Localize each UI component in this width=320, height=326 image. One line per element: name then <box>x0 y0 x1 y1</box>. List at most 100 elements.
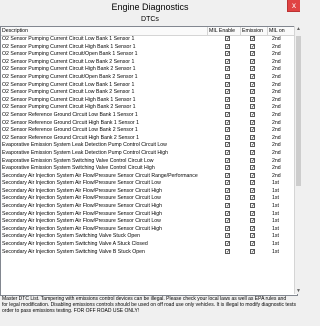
emission-checkbox[interactable] <box>250 36 255 41</box>
emission-checkbox[interactable] <box>250 149 255 155</box>
table-row[interactable]: Secondary Air Injection System Switching… <box>1 233 297 241</box>
mil-enable-checkbox[interactable] <box>225 172 230 178</box>
scrollbar-thumb[interactable] <box>296 36 301 186</box>
mil-enable-checkbox[interactable] <box>225 225 230 231</box>
mil-on-value[interactable]: 2nd <box>272 158 281 166</box>
mil-on-value[interactable]: 2nd <box>272 82 281 90</box>
mil-enable-checkbox[interactable] <box>225 233 230 239</box>
table-row[interactable]: O2 Sensor Pumping Current Circuit High B… <box>1 96 297 105</box>
table-row[interactable]: O2 Sensor Pumping Current Circuit High B… <box>1 43 297 52</box>
mil-enable-checkbox[interactable] <box>225 218 230 224</box>
emission-checkbox[interactable] <box>250 225 255 231</box>
mil-enable-checkbox[interactable] <box>225 180 230 186</box>
table-row[interactable]: Secondary Air Injection System Air Flow/… <box>1 210 297 219</box>
mil-enable-checkbox[interactable] <box>225 66 230 72</box>
mil-on-value[interactable]: 1st <box>272 180 279 188</box>
mil-enable-checkbox[interactable] <box>225 187 230 193</box>
table-row[interactable]: Evaporative Emission System Switching Va… <box>1 165 297 173</box>
mil-enable-checkbox[interactable] <box>225 51 230 57</box>
mil-enable-checkbox[interactable] <box>225 142 230 148</box>
table-row[interactable]: Secondary Air Injection System Switching… <box>1 241 297 249</box>
emission-checkbox[interactable] <box>250 81 255 87</box>
table-row[interactable]: O2 Sensor Pumping Current Circuit Low Ba… <box>1 81 297 90</box>
mil-on-value[interactable]: 1st <box>272 203 279 211</box>
mil-on-value[interactable]: 2nd <box>272 66 281 74</box>
mil-on-value[interactable]: 2nd <box>272 142 281 150</box>
mil-enable-checkbox[interactable] <box>225 210 230 216</box>
table-row[interactable]: Secondary Air Injection System Air Flow/… <box>1 218 297 226</box>
emission-checkbox[interactable] <box>250 66 255 72</box>
mil-on-value[interactable]: 2nd <box>272 135 281 143</box>
mil-on-value[interactable]: 2nd <box>272 59 281 67</box>
table-row[interactable]: O2 Sensor Pumping Current Circuit Low Ba… <box>1 58 297 67</box>
mil-enable-checkbox[interactable] <box>225 58 230 64</box>
emission-checkbox[interactable] <box>250 142 255 148</box>
mil-enable-checkbox[interactable] <box>225 149 230 155</box>
emission-checkbox[interactable] <box>250 248 255 254</box>
emission-checkbox[interactable] <box>250 233 255 239</box>
mil-enable-checkbox[interactable] <box>225 89 230 95</box>
emission-checkbox[interactable] <box>250 157 255 163</box>
emission-checkbox[interactable] <box>250 111 255 117</box>
mil-on-value[interactable]: 2nd <box>272 173 281 181</box>
emission-checkbox[interactable] <box>250 180 255 186</box>
mil-on-value[interactable]: 2nd <box>272 97 281 105</box>
mil-enable-checkbox[interactable] <box>225 111 230 117</box>
table-row[interactable]: O2 Sensor Pumping Current Circuit High B… <box>1 104 297 112</box>
emission-checkbox[interactable] <box>250 195 255 201</box>
mil-on-value[interactable]: 1st <box>272 233 279 241</box>
scroll-up-icon[interactable]: ▲ <box>296 26 301 32</box>
mil-enable-checkbox[interactable] <box>225 73 230 79</box>
mil-on-value[interactable]: 2nd <box>272 36 281 44</box>
table-row[interactable]: Evaporative Emission System Switching Va… <box>1 157 297 166</box>
mil-enable-checkbox[interactable] <box>225 104 230 110</box>
table-row[interactable]: O2 Sensor Pumping Current Circuit Low Ba… <box>1 36 297 44</box>
mil-enable-checkbox[interactable] <box>225 165 230 171</box>
mil-enable-checkbox[interactable] <box>225 241 230 247</box>
mil-on-value[interactable]: 1st <box>272 211 279 219</box>
emission-checkbox[interactable] <box>250 73 255 79</box>
mil-enable-checkbox[interactable] <box>225 81 230 87</box>
mil-enable-checkbox[interactable] <box>225 96 230 102</box>
mil-on-value[interactable]: 2nd <box>272 120 281 128</box>
table-row[interactable]: Secondary Air Injection System Air Flow/… <box>1 172 297 181</box>
emission-checkbox[interactable] <box>250 134 255 140</box>
mil-on-value[interactable]: 2nd <box>272 150 281 158</box>
column-header-mil-on[interactable]: MIL on <box>269 27 285 35</box>
table-row[interactable]: O2 Sensor Pumping Current Circuit Low Ba… <box>1 89 297 97</box>
table-row[interactable]: O2 Sensor Reference Ground Circuit Low B… <box>1 111 297 120</box>
mil-enable-checkbox[interactable] <box>225 127 230 133</box>
table-row[interactable]: Secondary Air Injection System Air Flow/… <box>1 203 297 211</box>
emission-checkbox[interactable] <box>250 96 255 102</box>
mil-enable-checkbox[interactable] <box>225 203 230 209</box>
mil-enable-checkbox[interactable] <box>225 195 230 201</box>
emission-checkbox[interactable] <box>250 172 255 178</box>
table-row[interactable]: Secondary Air Injection System Air Flow/… <box>1 180 297 188</box>
table-row[interactable]: O2 Sensor Reference Ground Circuit Low B… <box>1 127 297 135</box>
column-header-mil-enable[interactable]: MIL Enable <box>209 27 235 35</box>
emission-checkbox[interactable] <box>250 104 255 110</box>
mil-on-value[interactable]: 2nd <box>272 127 281 135</box>
mil-on-value[interactable]: 1st <box>272 226 279 234</box>
column-header-emission[interactable]: Emission <box>242 27 263 35</box>
table-row[interactable]: Evaporative Emission System Leak Detecti… <box>1 149 297 158</box>
table-row[interactable]: Secondary Air Injection System Air Flow/… <box>1 187 297 196</box>
emission-checkbox[interactable] <box>250 127 255 133</box>
emission-checkbox[interactable] <box>250 89 255 95</box>
mil-on-value[interactable]: 2nd <box>272 104 281 112</box>
emission-checkbox[interactable] <box>250 51 255 57</box>
mil-on-value[interactable]: 2nd <box>272 44 281 52</box>
column-header-description[interactable]: Description <box>2 27 28 35</box>
mil-enable-checkbox[interactable] <box>225 134 230 140</box>
table-row[interactable]: Secondary Air Injection System Switching… <box>1 248 297 257</box>
mil-on-value[interactable]: 2nd <box>272 51 281 59</box>
mil-on-value[interactable]: 2nd <box>272 74 281 82</box>
vertical-scrollbar[interactable]: ▲ ▼ <box>294 26 302 294</box>
mil-on-value[interactable]: 1st <box>272 249 279 257</box>
mil-on-value[interactable]: 1st <box>272 218 279 226</box>
table-row[interactable]: O2 Sensor Pumping Current Circuit High B… <box>1 66 297 74</box>
mil-enable-checkbox[interactable] <box>225 43 230 49</box>
emission-checkbox[interactable] <box>250 187 255 193</box>
table-row[interactable]: Secondary Air Injection System Air Flow/… <box>1 225 297 234</box>
mil-on-value[interactable]: 2nd <box>272 89 281 97</box>
